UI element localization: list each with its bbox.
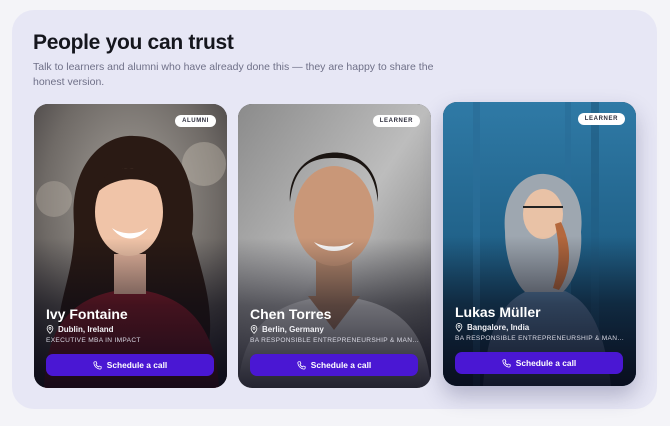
person-name: Chen Torres (250, 306, 332, 322)
schedule-call-button[interactable]: Schedule a call (46, 354, 214, 376)
role-badge: ALUMNI (175, 115, 216, 127)
person-location: Bangalore, India (455, 323, 529, 332)
section-title: People you can trust (33, 31, 234, 54)
person-card: LEARNER Lukas Müller Bangalore, India BA… (443, 102, 636, 386)
location-text: Dublin, Ireland (58, 325, 114, 334)
button-label: Schedule a call (310, 360, 372, 370)
map-pin-icon (46, 325, 54, 334)
section-subtitle: Talk to learners and alumni who have alr… (33, 61, 434, 88)
person-program: BA RESPONSIBLE ENTREPRENEURSHIP & MANAGE… (250, 337, 422, 344)
person-program: EXECUTIVE MBA IN IMPACT (46, 337, 141, 344)
phone-icon (297, 360, 306, 370)
map-pin-icon (455, 323, 463, 332)
map-pin-icon (250, 325, 258, 334)
location-text: Berlin, Germany (262, 325, 324, 334)
person-name: Ivy Fontaine (46, 306, 128, 322)
schedule-call-button[interactable]: Schedule a call (455, 352, 623, 374)
role-badge: LEARNER (372, 115, 420, 127)
role-badge: LEARNER (577, 113, 625, 125)
schedule-call-button[interactable]: Schedule a call (250, 354, 418, 376)
location-text: Bangalore, India (467, 323, 530, 332)
person-location: Dublin, Ireland (46, 325, 114, 334)
person-program: BA RESPONSIBLE ENTREPRENEURSHIP & MANAGE… (455, 335, 627, 342)
person-location: Berlin, Germany (250, 325, 324, 334)
person-card: LEARNER Chen Torres Berlin, Germany BA R… (238, 104, 431, 388)
person-card: ALUMNI Ivy Fontaine Dublin, Ireland EXEC… (34, 104, 227, 388)
button-label: Schedule a call (515, 358, 577, 368)
person-name: Lukas Müller (455, 304, 541, 320)
button-label: Schedule a call (106, 360, 168, 370)
phone-icon (502, 358, 511, 368)
phone-icon (93, 360, 102, 370)
